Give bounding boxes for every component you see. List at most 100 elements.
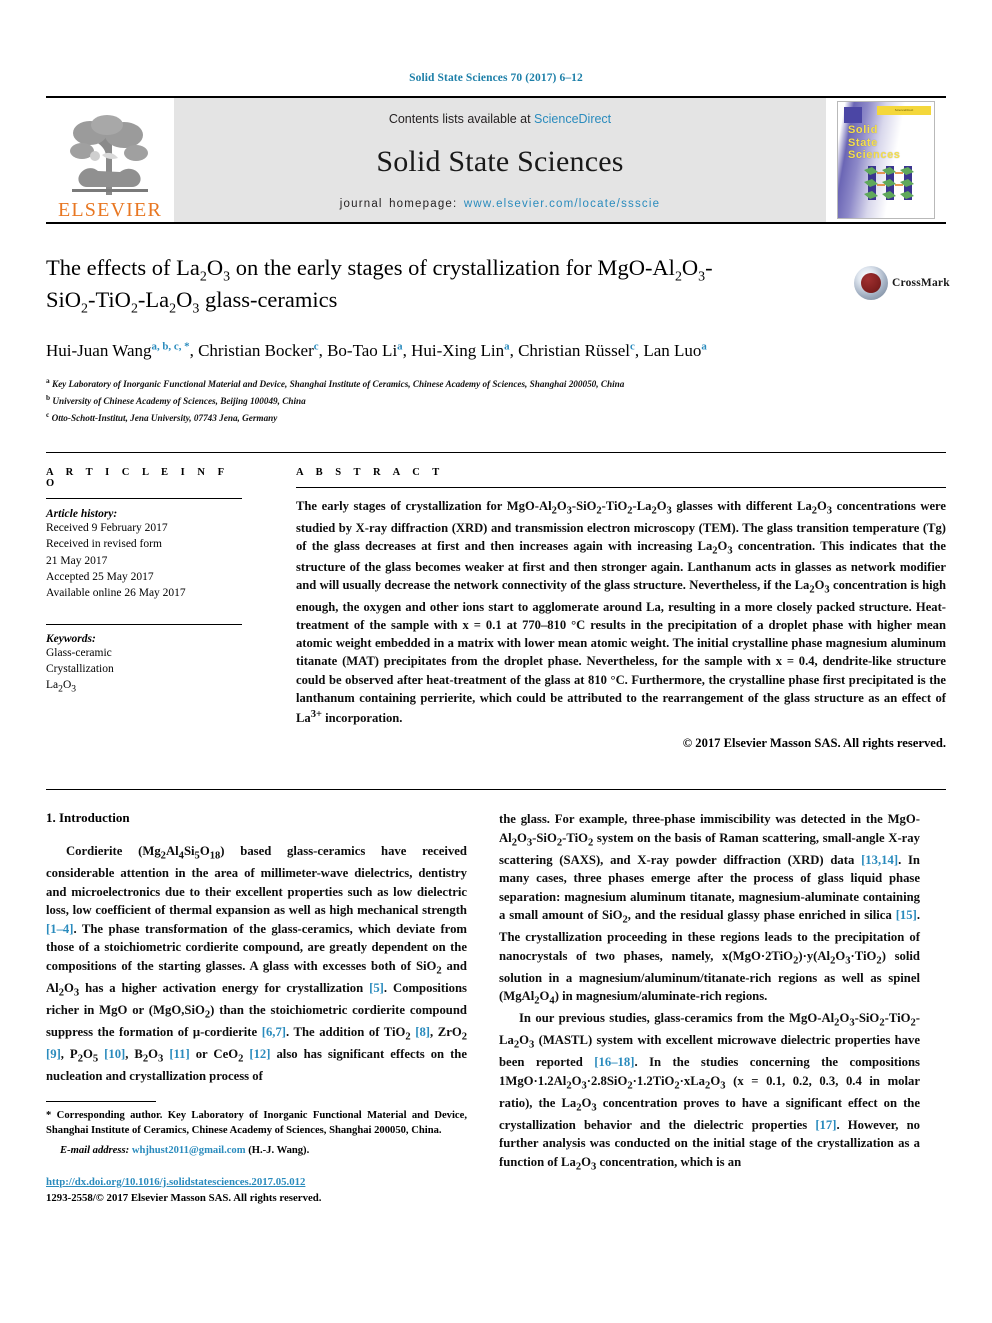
- title-seg-2: O: [206, 255, 224, 280]
- affiliation-mark: a: [46, 376, 50, 386]
- page-title: The effects of La2O3 on the early stages…: [46, 254, 736, 319]
- article-info-rule: [46, 497, 242, 499]
- cover-title: Solid State Sciences: [848, 124, 901, 162]
- cover-title-line-2: State: [848, 136, 878, 149]
- article-history-label: Article history:: [46, 507, 118, 520]
- crossmark-badge[interactable]: CrossMark: [854, 258, 950, 308]
- author-1[interactable]: Christian Bockerc: [198, 340, 319, 360]
- abstract-rule: [296, 486, 946, 488]
- author-marks: c: [630, 340, 635, 353]
- elsevier-tree-icon: [62, 111, 158, 199]
- crossmark-label: CrossMark: [892, 277, 950, 289]
- footnote-star: *: [46, 1110, 52, 1122]
- issn-copyright-line: 1293-2558/© 2017 Elsevier Masson SAS. Al…: [46, 1192, 322, 1205]
- author-marks: a: [397, 340, 403, 353]
- cover-title-line-1: Solid: [848, 124, 878, 136]
- title-seg-7: -La: [137, 287, 170, 313]
- crossmark-icon: [854, 266, 888, 300]
- homepage-url-link[interactable]: www.elsevier.com/locate/ssscie: [464, 198, 660, 210]
- elsevier-logo: ELSEVIER: [46, 98, 174, 222]
- affiliation-c: c Otto-Schott-Institut, Jena University,…: [46, 409, 946, 426]
- citation-11[interactable]: [11]: [169, 1047, 189, 1061]
- title-seg-9: glass-ceramics: [199, 287, 338, 313]
- citation-17[interactable]: [17]: [815, 1118, 836, 1132]
- intro-paragraph-1: Cordierite (Mg2Al4Si5O18) based glass-ce…: [46, 844, 468, 1083]
- author-4[interactable]: Christian Rüsselc: [518, 340, 635, 360]
- citation-1-4[interactable]: [1–4]: [46, 922, 73, 936]
- abstract-text: The early stages of crystallization for …: [296, 498, 947, 725]
- keywords-rule: [46, 623, 242, 625]
- cover-banner-text: ScienceDirect: [894, 108, 914, 112]
- doi-link[interactable]: http://dx.doi.org/10.1016/j.solidstatesc…: [46, 1174, 467, 1190]
- journal-homepage-line: journal homepage: www.elsevier.com/locat…: [340, 198, 660, 210]
- citation-15[interactable]: [15]: [896, 908, 917, 922]
- affiliation-mark: b: [46, 393, 51, 403]
- author-2[interactable]: Bo-Tao Lia: [327, 340, 403, 360]
- title-sub-1: 2: [199, 269, 207, 285]
- author-name: Christian Rüssel: [518, 340, 630, 360]
- author-list: Hui-Juan Wanga, b, c, *, Christian Bocke…: [46, 340, 707, 360]
- cover-title-line-3: Sciences: [848, 149, 901, 162]
- author-marks: a: [504, 340, 510, 353]
- affiliation-text: Key Laboratory of Inorganic Functional M…: [51, 379, 625, 390]
- title-sub-5: 2: [81, 301, 88, 317]
- cover-banner: ScienceDirect: [877, 106, 931, 115]
- footnote-separator: [46, 1101, 156, 1103]
- footnote-text: Corresponding author. Key Laboratory of …: [46, 1110, 467, 1137]
- article-page: Solid State Sciences 70 (2017) 6–12 ELSE…: [0, 0, 992, 1323]
- citation-12[interactable]: [12]: [249, 1047, 270, 1061]
- title-sub-3: 2: [674, 269, 682, 285]
- article-info-heading: A R T I C L E I N F O: [46, 466, 229, 489]
- citation-8[interactable]: [8]: [415, 1025, 430, 1039]
- citation-10[interactable]: [10]: [104, 1047, 125, 1061]
- title-seg-4: O: [681, 255, 699, 280]
- email-label: E-mail address:: [60, 1144, 130, 1156]
- cover-publisher-badge: [844, 107, 862, 123]
- affiliation-text: Otto-Schott-Institut, Jena University, 0…: [51, 413, 278, 424]
- history-line-0: Received 9 February 2017: [46, 521, 168, 534]
- citation-9[interactable]: [9]: [46, 1047, 61, 1061]
- abstract-heading: A B S T R A C T: [296, 466, 445, 478]
- citation-16-18[interactable]: [16–18]: [594, 1055, 634, 1069]
- running-head: Solid State Sciences 70 (2017) 6–12: [409, 72, 583, 84]
- keyword-0: Glass-ceramic: [46, 646, 112, 659]
- corresponding-author-footnote: * Corresponding author. Key Laboratory o…: [46, 1108, 467, 1139]
- affiliation-list: a Key Laboratory of Inorganic Functional…: [46, 375, 946, 426]
- cover-crystal-structure-art: [864, 166, 914, 200]
- title-seg-8: O: [176, 287, 193, 313]
- body-right-column: the glass. For example, three-phase immi…: [499, 810, 920, 1206]
- title-seg-6: -TiO: [87, 287, 131, 313]
- citation-13-14[interactable]: [13,14]: [861, 853, 898, 867]
- keyword-2: La2O3: [46, 679, 77, 695]
- title-seg-1: The effects of La: [46, 255, 200, 280]
- history-line-2: 21 May 2017: [46, 554, 108, 567]
- affiliation-mark: c: [46, 410, 50, 420]
- author-0[interactable]: Hui-Juan Wanga, b, c, *: [46, 340, 190, 360]
- sciencedirect-link[interactable]: ScienceDirect: [534, 112, 611, 126]
- elsevier-wordmark: ELSEVIER: [57, 199, 163, 221]
- affiliation-text: University of Chinese Academy of Science…: [52, 396, 306, 407]
- abstract-column: A B S T R A C T The early stages of crys…: [268, 467, 946, 751]
- author-marks: a, b, c, *: [151, 340, 190, 353]
- article-info-column: A R T I C L E I N F O Article history: R…: [46, 467, 268, 751]
- title-sub-6: 2: [130, 301, 138, 317]
- citation-6-7[interactable]: [6,7]: [262, 1025, 286, 1039]
- title-seg-3: on the early stages of crystallization f…: [230, 255, 675, 280]
- journal-cover-thumbnail[interactable]: ScienceDirect Solid State Sciences: [837, 101, 935, 219]
- author-marks: c: [313, 340, 319, 353]
- intro-paragraph-3: In our previous studies, glass-ceramics …: [499, 1011, 920, 1173]
- affiliation-a: a Key Laboratory of Inorganic Functional…: [46, 375, 946, 392]
- masthead-center: Contents lists available at ScienceDirec…: [174, 98, 826, 222]
- email-suffix: (H.-J. Wang).: [248, 1144, 310, 1156]
- email-link[interactable]: whjhust2011@gmail.com: [132, 1145, 246, 1156]
- citation-5[interactable]: [5]: [369, 981, 384, 995]
- body-left-column: 1. Introduction Cordierite (Mg2Al4Si5O18…: [46, 810, 467, 1206]
- author-marks: a: [701, 340, 707, 353]
- author-3[interactable]: Hui-Xing Lina: [411, 340, 510, 360]
- author-name: Hui-Juan Wang: [46, 340, 152, 360]
- author-5[interactable]: Lan Luoa: [643, 340, 707, 360]
- title-block: CrossMark The effects of La2O3 on the ea…: [46, 254, 950, 426]
- author-name: Hui-Xing Lin: [411, 340, 505, 360]
- info-and-abstract: A R T I C L E I N F O Article history: R…: [46, 451, 946, 751]
- section-heading-introduction: 1. Introduction: [46, 810, 130, 826]
